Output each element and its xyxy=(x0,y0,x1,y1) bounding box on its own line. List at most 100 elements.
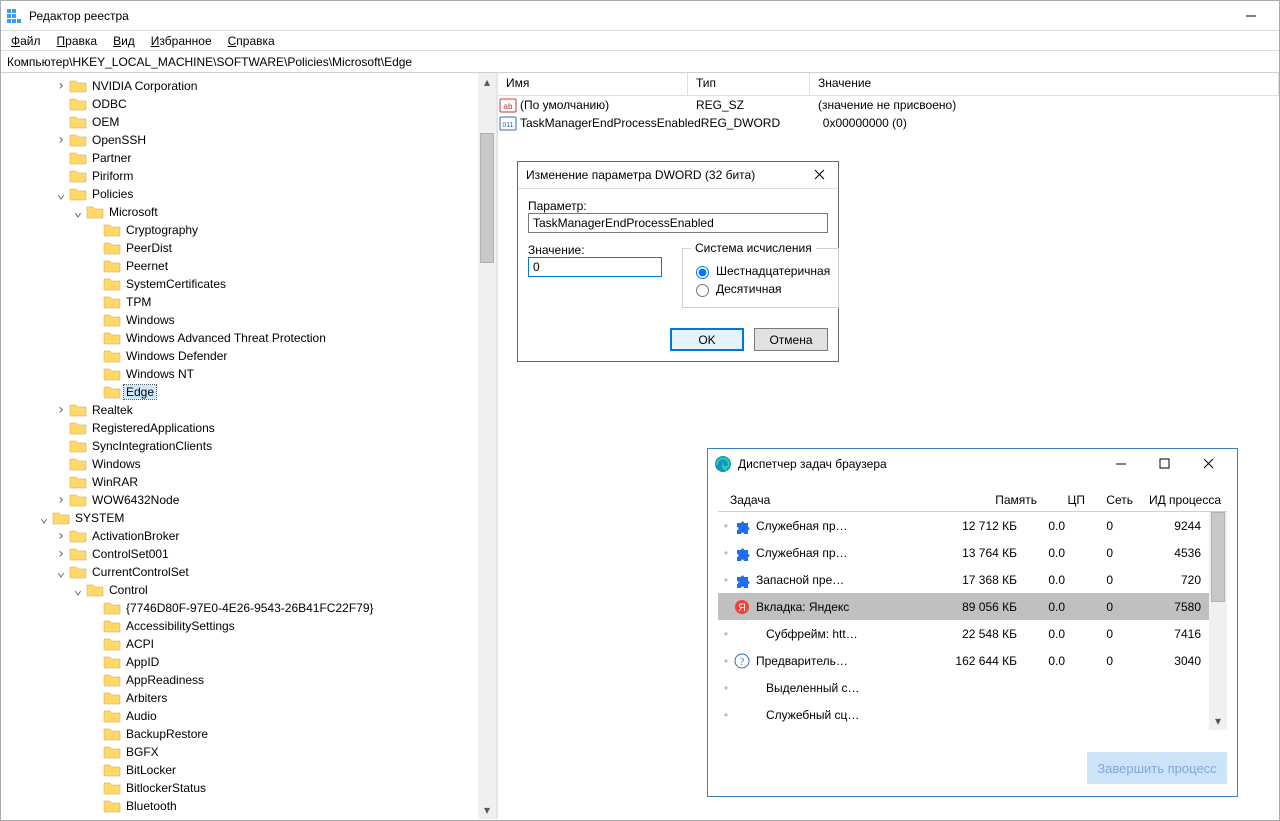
expand-toggle[interactable]: · xyxy=(86,349,104,363)
scroll-up-icon[interactable]: ▴ xyxy=(478,73,496,91)
tree-item[interactable]: ·ODBC xyxy=(1,95,496,113)
tree-item[interactable]: ⌄Control xyxy=(1,581,496,599)
value-row[interactable]: (По умолчанию)REG_SZ(значение не присвое… xyxy=(498,96,1279,114)
tree-item[interactable]: ·RegisteredApplications xyxy=(1,419,496,437)
expand-toggle[interactable]: · xyxy=(86,637,104,651)
expand-toggle[interactable]: · xyxy=(86,727,104,741)
tree-item[interactable]: ⌄CurrentControlSet xyxy=(1,563,496,581)
expand-toggle[interactable]: ⌄ xyxy=(35,511,53,525)
tree-item[interactable]: ›Realtek xyxy=(1,401,496,419)
param-field[interactable] xyxy=(528,213,828,233)
expand-toggle[interactable]: · xyxy=(86,709,104,723)
tree-item[interactable]: ·Bluetooth xyxy=(1,797,496,815)
col-cpu[interactable]: ЦП xyxy=(1043,493,1091,507)
expand-toggle[interactable]: › xyxy=(52,493,70,507)
expand-toggle[interactable]: · xyxy=(86,745,104,759)
expand-toggle[interactable]: · xyxy=(52,421,70,435)
menu-item[interactable]: Справка xyxy=(222,33,281,49)
tree-item[interactable]: ·BGFX xyxy=(1,743,496,761)
expand-toggle[interactable]: › xyxy=(52,133,70,147)
tree-item[interactable]: ·Piriform xyxy=(1,167,496,185)
tree-item[interactable]: ·Windows Advanced Threat Protection xyxy=(1,329,496,347)
scroll-thumb[interactable] xyxy=(480,133,494,263)
expand-toggle[interactable]: ⌄ xyxy=(69,205,87,219)
expand-toggle[interactable]: › xyxy=(52,529,70,543)
tree-item[interactable]: ·{7746D80F-97E0-4E26-9543-26B41FC22F79} xyxy=(1,599,496,617)
menu-item[interactable]: Файл xyxy=(5,33,47,49)
cancel-button[interactable]: Отмена xyxy=(754,328,828,351)
expand-toggle[interactable]: · xyxy=(86,367,104,381)
tree-item[interactable]: ·Peernet xyxy=(1,257,496,275)
expand-toggle[interactable]: · xyxy=(86,799,104,813)
tree-item[interactable]: ·Cryptography xyxy=(1,221,496,239)
tree-item[interactable]: ·AccessibilitySettings xyxy=(1,617,496,635)
tm-titlebar[interactable]: Диспетчер задач браузера xyxy=(708,449,1237,479)
tree-item[interactable]: ·BackupRestore xyxy=(1,725,496,743)
value-row[interactable]: TaskManagerEndProcessEnabledREG_DWORD0x0… xyxy=(498,114,1279,132)
expand-toggle[interactable]: · xyxy=(86,331,104,345)
tree-item[interactable]: ·Windows Defender xyxy=(1,347,496,365)
maximize-button[interactable] xyxy=(1143,452,1187,476)
tree-item[interactable]: ·Edge xyxy=(1,383,496,401)
expand-toggle[interactable]: · xyxy=(86,241,104,255)
expand-toggle[interactable]: ⌄ xyxy=(52,565,70,579)
expand-toggle[interactable]: · xyxy=(86,655,104,669)
tree-item[interactable]: ·AppID xyxy=(1,653,496,671)
expand-toggle[interactable]: › xyxy=(52,403,70,417)
tree-item[interactable]: ⌄Microsoft xyxy=(1,203,496,221)
tree-scrollbar[interactable]: ▴ ▾ xyxy=(478,73,496,819)
task-row[interactable]: •Выделенный с… xyxy=(718,674,1227,701)
expand-toggle[interactable]: · xyxy=(52,169,70,183)
tree-item[interactable]: ·BitLocker xyxy=(1,761,496,779)
expand-toggle[interactable]: · xyxy=(52,439,70,453)
tree-item[interactable]: ·Windows xyxy=(1,311,496,329)
end-process-button[interactable]: Завершить процесс xyxy=(1087,752,1227,784)
tree-item[interactable]: ⌄Policies xyxy=(1,185,496,203)
expand-toggle[interactable]: · xyxy=(86,763,104,777)
expand-toggle[interactable]: › xyxy=(52,79,70,93)
value-field[interactable] xyxy=(528,257,662,277)
expand-toggle[interactable]: · xyxy=(52,457,70,471)
radio-hex[interactable] xyxy=(696,266,709,279)
tree-item[interactable]: ·BitlockerStatus xyxy=(1,779,496,797)
address-text[interactable]: Компьютер\HKEY_LOCAL_MACHINE\SOFTWARE\Po… xyxy=(7,55,1273,69)
expand-toggle[interactable]: · xyxy=(86,601,104,615)
tree-item[interactable]: ·Arbiters xyxy=(1,689,496,707)
expand-toggle[interactable]: · xyxy=(86,259,104,273)
tree-item[interactable]: ·Windows xyxy=(1,455,496,473)
radio-hex-label[interactable]: Шестнадцатеричная xyxy=(716,264,830,278)
minimize-button[interactable] xyxy=(1229,5,1273,27)
expand-toggle[interactable]: · xyxy=(86,223,104,237)
menu-item[interactable]: Избранное xyxy=(145,33,218,49)
radio-dec-label[interactable]: Десятичная xyxy=(716,282,782,296)
expand-toggle[interactable]: · xyxy=(86,691,104,705)
col-memory[interactable]: Память xyxy=(955,493,1043,507)
close-button[interactable] xyxy=(810,166,830,184)
scroll-down-icon[interactable]: ▾ xyxy=(478,801,496,819)
tree-item[interactable]: ·PeerDist xyxy=(1,239,496,257)
tree-item[interactable]: ·OEM xyxy=(1,113,496,131)
ok-button[interactable]: OK xyxy=(670,328,744,351)
expand-toggle[interactable]: › xyxy=(52,547,70,561)
tree-item[interactable]: ·Audio xyxy=(1,707,496,725)
tree-item[interactable]: ·TPM xyxy=(1,293,496,311)
expand-toggle[interactable]: · xyxy=(52,151,70,165)
task-row[interactable]: •Субфрейм: htt…22 548 КБ0.007416 xyxy=(718,620,1227,647)
expand-toggle[interactable]: · xyxy=(86,673,104,687)
expand-toggle[interactable]: · xyxy=(86,313,104,327)
tree-item[interactable]: ·Windows NT xyxy=(1,365,496,383)
expand-toggle[interactable]: ⌄ xyxy=(52,187,70,201)
tree-item[interactable]: ·AppReadiness xyxy=(1,671,496,689)
scroll-down-icon[interactable]: ▾ xyxy=(1209,712,1227,730)
task-row[interactable]: •Предваритель…162 644 КБ0.003040 xyxy=(718,647,1227,674)
tree-item[interactable]: ·WinRAR xyxy=(1,473,496,491)
close-button[interactable] xyxy=(1187,452,1231,476)
task-row[interactable]: •Вкладка: Яндекс89 056 КБ0.007580 xyxy=(718,593,1227,620)
tree-item[interactable]: ›ControlSet001 xyxy=(1,545,496,563)
col-net[interactable]: Сеть xyxy=(1091,493,1139,507)
minimize-button[interactable] xyxy=(1099,452,1143,476)
expand-toggle[interactable]: · xyxy=(52,115,70,129)
task-row[interactable]: •Запасной пре…17 368 КБ0.00720 xyxy=(718,566,1227,593)
scroll-thumb[interactable] xyxy=(1211,512,1225,602)
expand-toggle[interactable]: · xyxy=(52,475,70,489)
